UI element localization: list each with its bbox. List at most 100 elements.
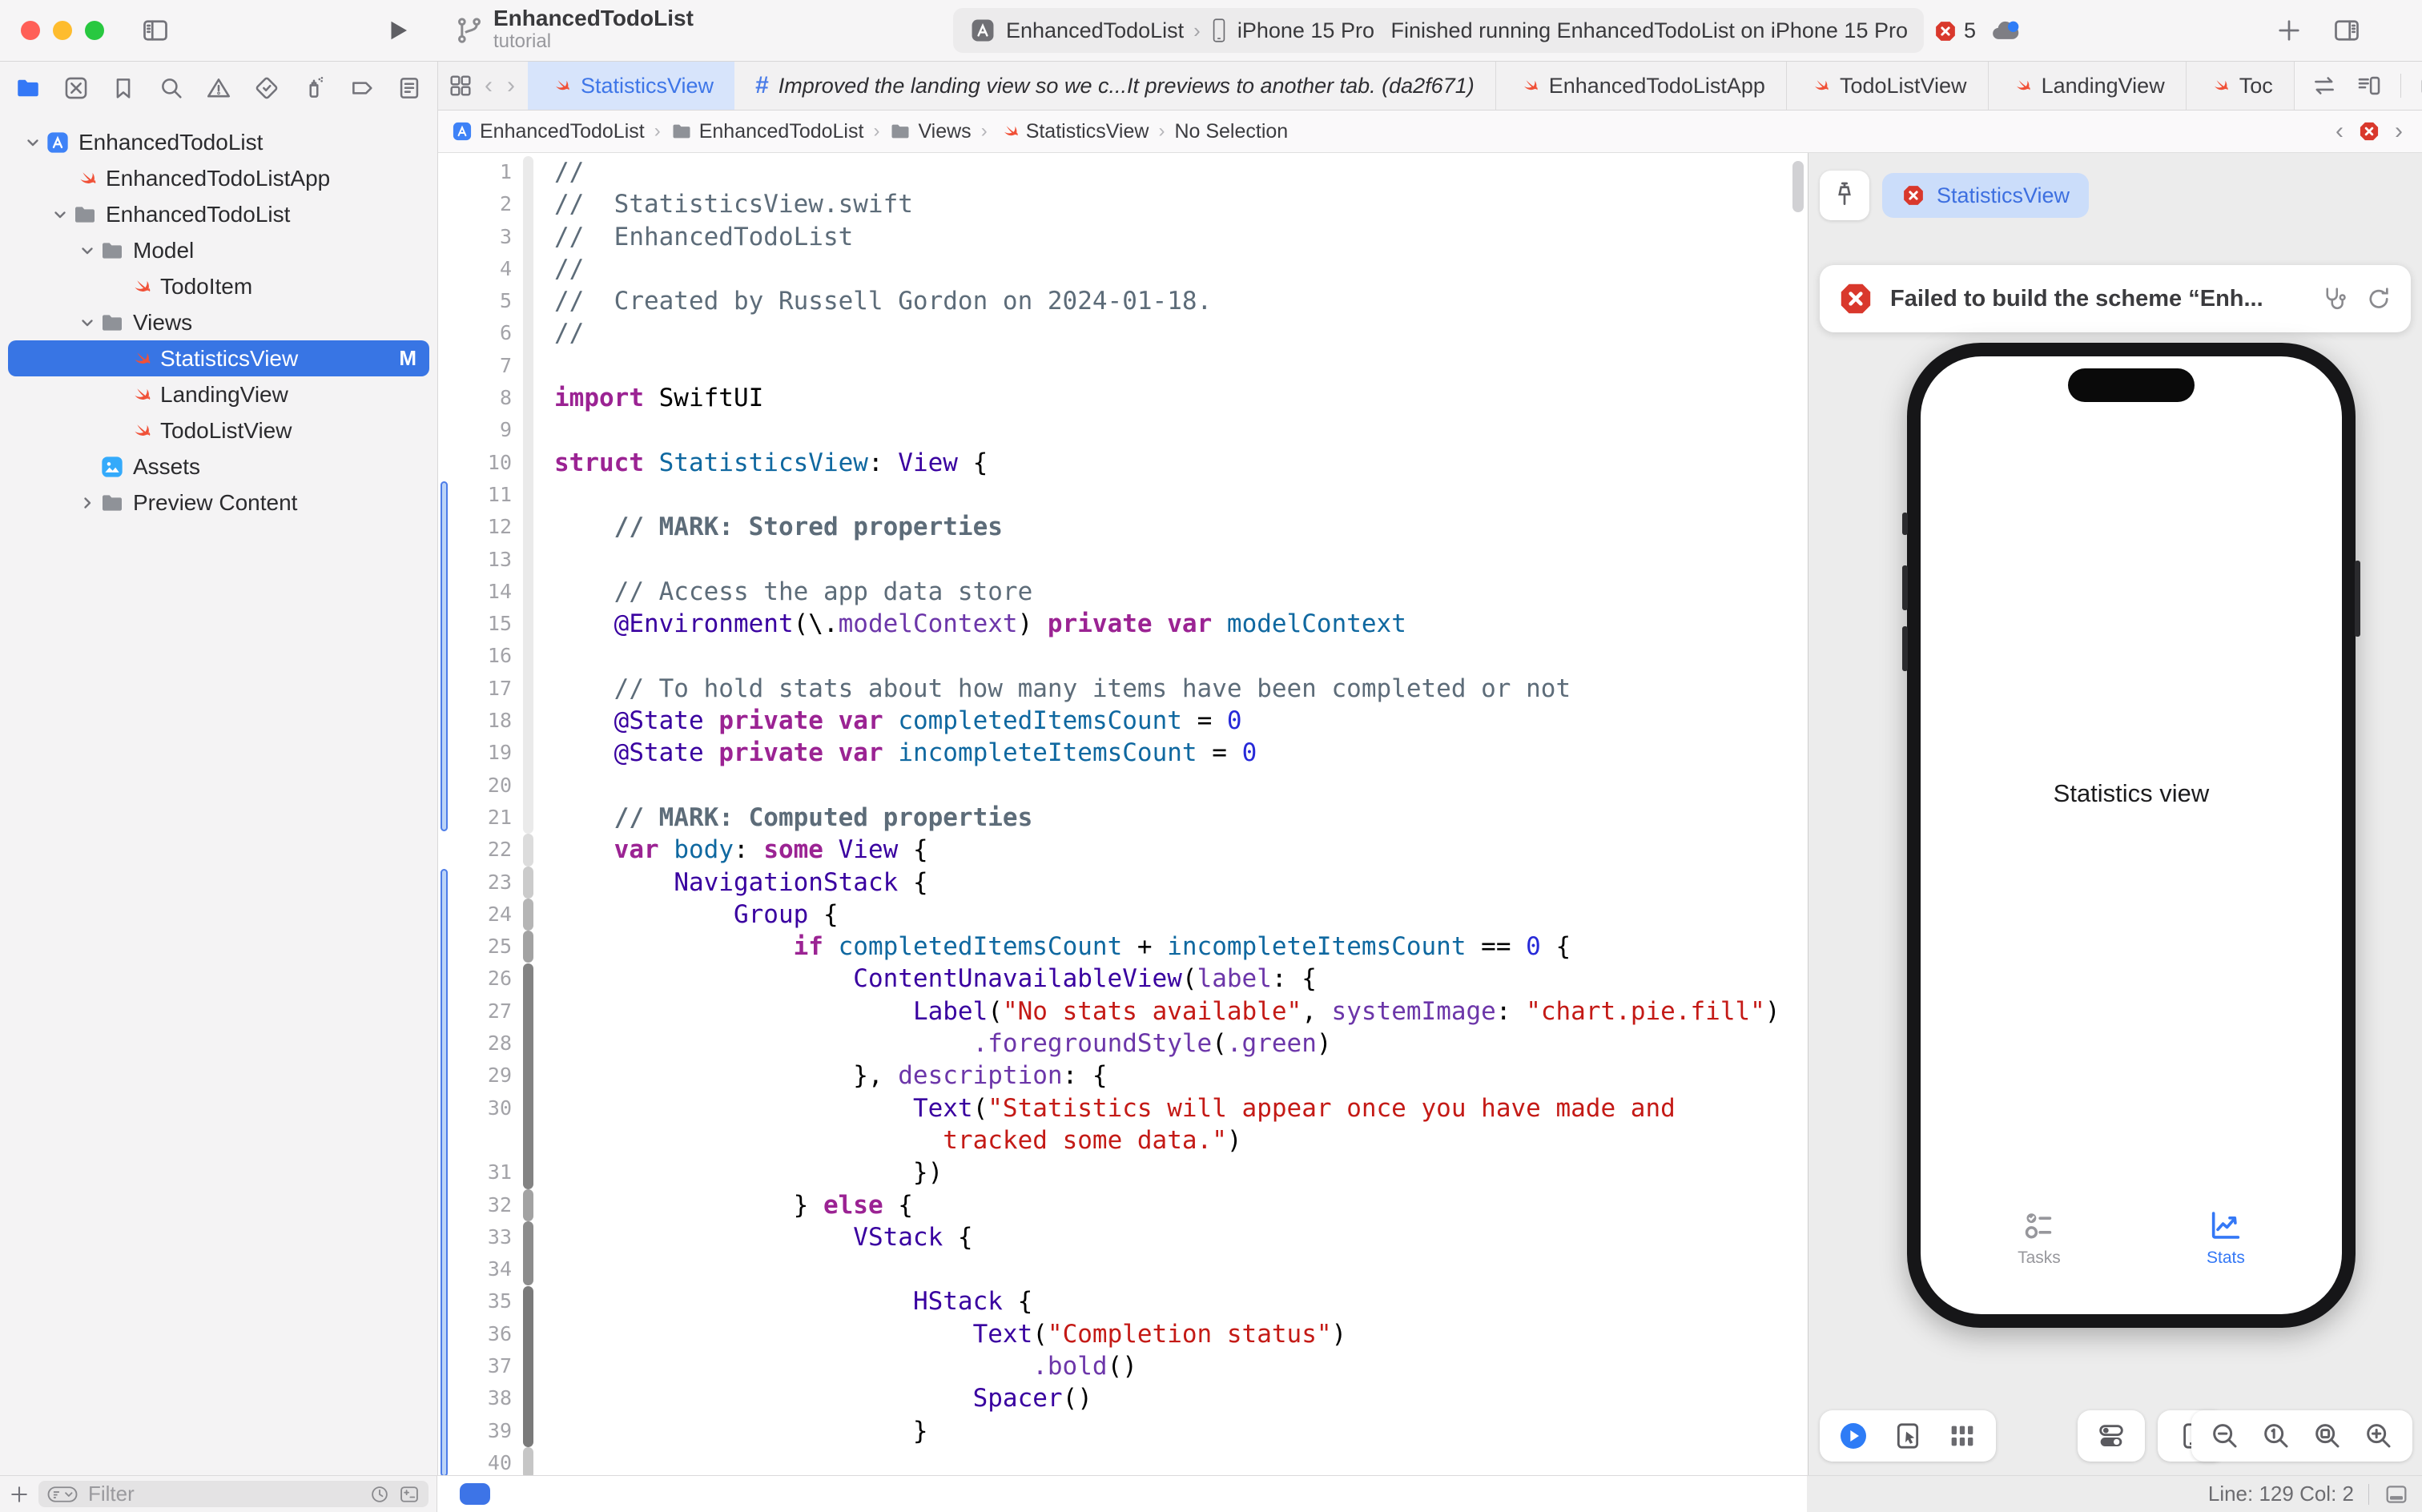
previous-issue-icon[interactable]: ‹	[2336, 118, 2344, 145]
filter-input[interactable]	[86, 1481, 361, 1507]
tab-enhancedtodolistapp[interactable]: EnhancedTodoListApp	[1496, 62, 1787, 110]
error-count-badge[interactable]: 5	[1933, 18, 1976, 43]
editor-options-icon[interactable]	[2356, 72, 2383, 99]
retry-build-icon[interactable]	[2364, 284, 2393, 313]
zoom-fit-icon[interactable]	[2311, 1420, 2344, 1452]
preview-screen[interactable]: Statistics view TasksStats	[1921, 356, 2342, 1314]
tree-item-label: Views	[133, 310, 192, 336]
swap-editors-icon[interactable]	[2311, 72, 2338, 99]
preview-tab-tasks[interactable]: Tasks	[2018, 1207, 2061, 1268]
code-line-4: //	[438, 253, 1808, 285]
diagnostics-icon[interactable]	[2319, 284, 2348, 313]
scheme-selector[interactable]: EnhancedTodoList › iPhone 15 Pro Finishe…	[953, 8, 1924, 53]
zoom-100-icon[interactable]	[2260, 1420, 2292, 1452]
selectable-preview-icon[interactable]	[1892, 1420, 1924, 1452]
next-issue-icon[interactable]: ›	[2395, 118, 2403, 145]
filter-options-icon[interactable]	[46, 1483, 78, 1506]
folder-icon	[889, 120, 911, 143]
variants-icon[interactable]	[1946, 1420, 1978, 1452]
swift-file-icon	[549, 74, 571, 97]
tree-item-todolistview[interactable]: TodoListView	[8, 412, 429, 448]
tab-improved-the-landing-view-so-we-c-it-pre[interactable]: #Improved the landing view so we c...It …	[734, 62, 1496, 110]
preview-tab-label: Tasks	[2018, 1249, 2061, 1268]
pin-preview-button[interactable]	[1820, 171, 1869, 220]
breadcrumb-item-no-selection[interactable]: No Selection	[1174, 120, 1288, 143]
preview-tab-stats[interactable]: Stats	[2207, 1207, 2245, 1268]
tree-item-enhancedtodolistapp[interactable]: EnhancedTodoListApp	[8, 160, 429, 196]
tree-item-enhancedtodolist[interactable]: EnhancedTodoList	[8, 196, 429, 232]
breadcrumb-item-views[interactable]: Views	[889, 120, 971, 143]
tab-overview-icon[interactable]	[448, 73, 473, 99]
disclosure-open-icon[interactable]	[75, 239, 99, 263]
tree-item-todoitem[interactable]: TodoItem	[8, 268, 429, 304]
disclosure-closed-icon[interactable]	[75, 491, 99, 515]
tests-navigator-icon[interactable]	[253, 74, 280, 102]
go-forward-icon[interactable]: ›	[504, 72, 518, 99]
breadcrumb-item-statisticsview[interactable]: StatisticsView	[997, 120, 1149, 143]
zoom-in-icon[interactable]	[2363, 1420, 2395, 1452]
code-line-5: // Created by Russell Gordon on 2024-01-…	[438, 285, 1808, 317]
reports-navigator-icon[interactable]	[396, 74, 423, 102]
swift-file-icon	[1517, 74, 1539, 97]
toggle-left-sidebar-icon[interactable]	[141, 16, 170, 45]
tab-todolistview[interactable]: TodoListView	[1787, 62, 1989, 110]
disclosure-open-icon[interactable]	[75, 311, 99, 335]
debug-navigator-icon[interactable]	[300, 74, 328, 102]
tree-item-label: EnhancedTodoList	[78, 130, 263, 155]
zoom-out-icon[interactable]	[2209, 1420, 2241, 1452]
live-preview-icon[interactable]	[1837, 1420, 1869, 1452]
tree-item-landingview[interactable]: LandingView	[8, 376, 429, 412]
find-navigator-icon[interactable]	[158, 74, 185, 102]
tab-label: EnhancedTodoListApp	[1549, 74, 1765, 99]
tree-item-preview-content[interactable]: Preview Content	[8, 485, 429, 521]
add-editor-icon[interactable]	[2419, 72, 2422, 99]
tree-item-enhancedtodolist[interactable]: EnhancedTodoList	[8, 124, 429, 160]
tree-item-label: EnhancedTodoList	[106, 202, 290, 227]
tab-toc[interactable]: Toc	[2187, 62, 2294, 110]
breadcrumb-item-enhancedtodolist[interactable]: EnhancedTodoList	[451, 120, 645, 143]
preview-target-chip[interactable]: StatisticsView	[1882, 173, 2089, 218]
tabs-container: StatisticsView#Improved the landing view…	[528, 62, 2294, 110]
focus-indicator[interactable]	[460, 1483, 490, 1505]
scheme-device[interactable]: iPhone 15 Pro	[1237, 18, 1374, 43]
close-window-button[interactable]	[21, 21, 40, 40]
minimize-window-button[interactable]	[53, 21, 72, 40]
filter-field[interactable]	[38, 1481, 428, 1507]
toggle-right-sidebar-icon[interactable]	[2332, 16, 2361, 45]
tab-statisticsview[interactable]: StatisticsView	[528, 62, 734, 110]
issues-navigator-icon[interactable]	[205, 74, 232, 102]
zoom-window-button[interactable]	[85, 21, 104, 40]
add-button[interactable]	[2275, 16, 2303, 45]
tree-item-views[interactable]: Views	[8, 304, 429, 340]
breadcrumb-item-enhancedtodolist[interactable]: EnhancedTodoList	[670, 120, 864, 143]
scm-filter-icon[interactable]	[398, 1483, 420, 1506]
issue-icon[interactable]	[2358, 120, 2380, 143]
tree-item-model[interactable]: Model	[8, 232, 429, 268]
build-error-text: Failed to build the scheme “Enh...	[1890, 286, 2303, 312]
scheme-app-name[interactable]: EnhancedTodoList	[1006, 18, 1184, 43]
appicon-icon	[451, 120, 473, 143]
build-error-banner[interactable]: Failed to build the scheme “Enh...	[1820, 265, 2411, 332]
recent-files-icon[interactable]	[369, 1483, 390, 1506]
tree-item-statisticsview[interactable]: StatisticsViewM	[8, 340, 429, 376]
cloud-sync-icon[interactable]	[1990, 14, 2022, 46]
code-line-12: // MARK: Stored properties	[438, 511, 1808, 543]
code-line-18: @State private var completedItemsCount =…	[438, 705, 1808, 737]
disclosure-open-icon[interactable]	[48, 203, 72, 227]
overrides-toggles-icon[interactable]	[2095, 1420, 2127, 1452]
project-navigator-icon[interactable]	[14, 74, 42, 102]
run-button[interactable]	[383, 16, 412, 45]
tab-landingview[interactable]: LandingView	[1989, 62, 2187, 110]
preview-error-icon	[1901, 183, 1925, 207]
tree-item-assets[interactable]: Assets	[8, 448, 429, 485]
disclosure-open-icon[interactable]	[21, 131, 45, 155]
source-control-navigator-icon[interactable]	[62, 74, 90, 102]
editor-scrollbar[interactable]	[1792, 161, 1804, 212]
go-back-icon[interactable]: ‹	[481, 72, 496, 99]
add-file-icon[interactable]	[8, 1483, 30, 1506]
chevron-right-icon: ›	[1193, 18, 1201, 43]
toggle-bottom-panel-icon[interactable]	[2384, 1482, 2409, 1507]
source-editor[interactable]: 1234567891011121314151617181920212223242…	[438, 153, 1808, 1476]
breakpoints-navigator-icon[interactable]	[348, 74, 376, 102]
bookmarks-navigator-icon[interactable]	[110, 74, 137, 102]
